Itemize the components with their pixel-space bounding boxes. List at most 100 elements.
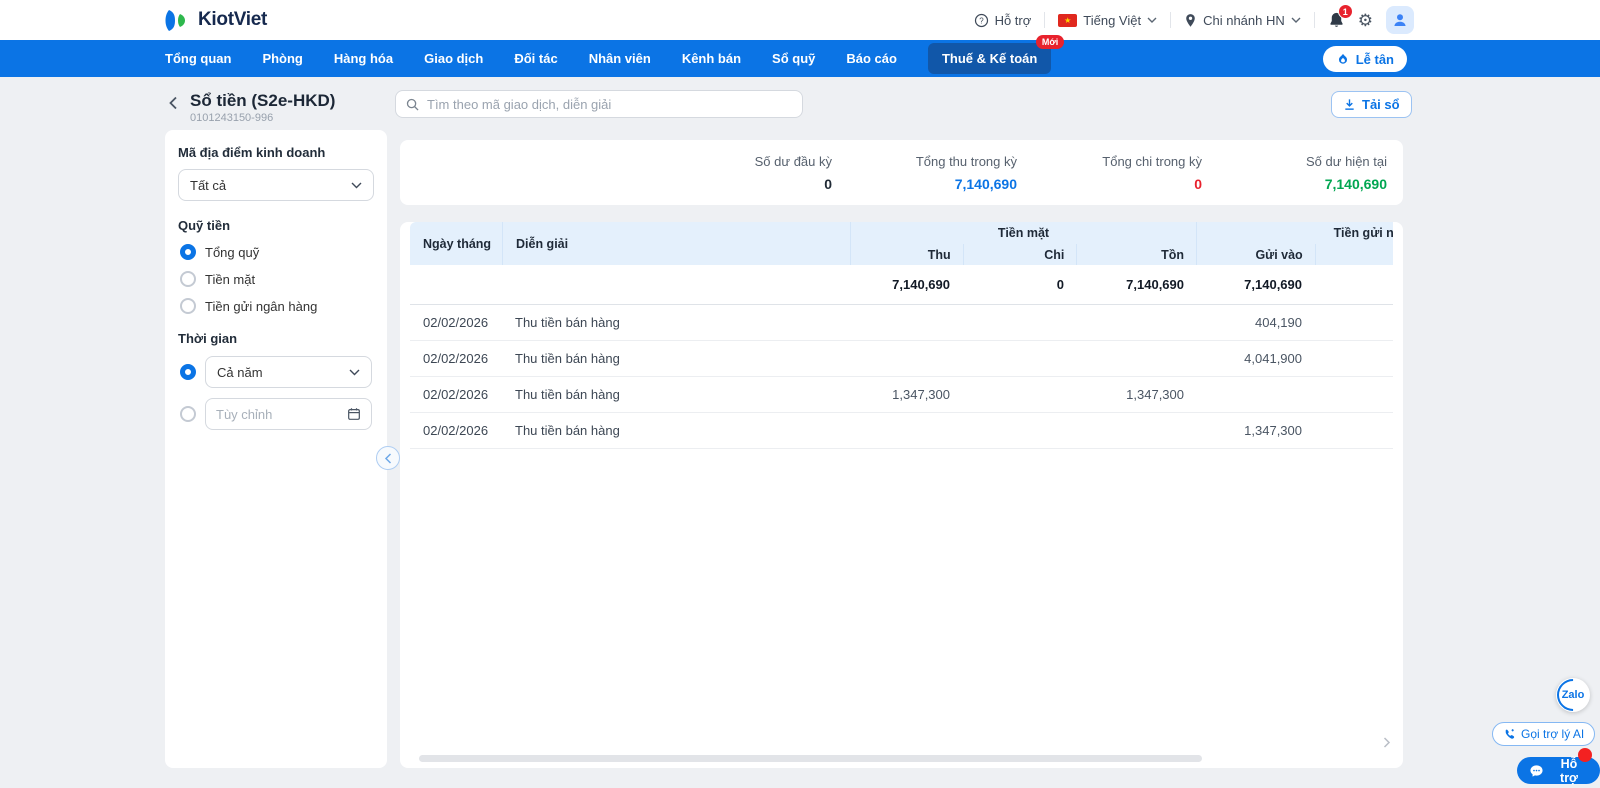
column-header-date: Ngày tháng	[423, 236, 492, 251]
svg-text:?: ?	[979, 16, 984, 25]
chevron-down-icon	[1291, 17, 1301, 24]
table-row[interactable]: 02/02/2026 Thu tiền bán hàng 404,190	[410, 305, 1393, 341]
column-header-description: Diễn giải	[502, 222, 850, 265]
chevron-down-icon	[1147, 17, 1157, 24]
phone-icon	[1503, 728, 1516, 741]
nav-item-nhan-vien[interactable]: Nhân viên	[589, 51, 651, 66]
language-label: Tiếng Việt	[1083, 12, 1142, 28]
radio-label: Tiền gửi ngân hàng	[205, 298, 318, 314]
page-title: Sổ tiền (S2e-HKD)	[190, 91, 336, 110]
nav-item-so-quy[interactable]: Sổ quỹ	[772, 51, 815, 66]
total-chi: 0	[1056, 277, 1064, 292]
brand-logo[interactable]: KiotViet	[163, 0, 267, 40]
calendar-icon[interactable]	[347, 407, 361, 421]
chevron-down-icon	[349, 369, 360, 376]
search-icon	[406, 98, 419, 111]
total-gui-vao: 7,140,690	[1244, 277, 1302, 292]
nav-item-tong-quan[interactable]: Tổng quan	[165, 51, 231, 66]
fund-option-tong-quy[interactable]: Tổng quỹ	[180, 244, 372, 260]
summary-label: Số dư đầu kỳ	[754, 153, 832, 169]
nav-item-phong[interactable]: Phòng	[262, 51, 302, 66]
cell-description: Thu tiền bán hàng	[515, 351, 620, 366]
summary-value: 7,140,690	[954, 175, 1017, 192]
nav-item-label: Thuế & Kế toán	[941, 51, 1038, 66]
time-preset-value: Cả năm	[217, 364, 263, 380]
divider	[1170, 12, 1172, 28]
summary-label: Số dư hiện tại	[1306, 153, 1387, 169]
column-header-extra	[1314, 244, 1393, 265]
column-group-cash: Tiền mặt Thu Chi Tồn	[850, 222, 1196, 265]
reception-button[interactable]: Lễ tân	[1322, 46, 1407, 72]
group-label-bank: Tiền gửi ngân hàng	[1333, 226, 1393, 240]
summary-total-payments: Tổng chi trong kỳ 0	[1017, 154, 1202, 192]
download-icon	[1343, 98, 1356, 111]
help-label: Hỗ trợ	[994, 12, 1032, 28]
language-selector[interactable]: ★ Tiếng Việt	[1058, 13, 1157, 28]
fund-option-tien-mat[interactable]: Tiền mặt	[180, 271, 372, 287]
divider	[1313, 12, 1315, 28]
notification-badge: 1	[1337, 4, 1353, 19]
back-button[interactable]	[168, 96, 178, 110]
cell-description: Thu tiền bán hàng	[515, 423, 620, 438]
radio-icon	[180, 271, 196, 287]
help-icon: ?	[974, 13, 989, 28]
download-label: Tải sổ	[1362, 97, 1400, 112]
radio-label: Tiền mặt	[205, 271, 256, 287]
nav-item-kenh-ban[interactable]: Kênh bán	[682, 51, 741, 66]
nav-item-thue-ke-toan[interactable]: Thuế & Kế toán Mới	[927, 35, 1065, 74]
notifications-button[interactable]: 1	[1328, 4, 1353, 29]
radio-checked-icon[interactable]	[180, 364, 196, 380]
nav-item-doi-tac[interactable]: Đối tác	[514, 51, 557, 66]
ai-call-label: Gọi trợ lý AI	[1521, 727, 1585, 741]
table-row[interactable]: 02/02/2026 Thu tiền bán hàng 1,347,300	[410, 413, 1393, 449]
location-filter-label: Mã địa điểm kinh doanh	[178, 145, 326, 160]
table-row[interactable]: 02/02/2026 Thu tiền bán hàng 1,347,300 1…	[410, 377, 1393, 413]
totals-row: 7,140,690 0 7,140,690 7,140,690	[410, 265, 1393, 305]
ledger-table: Ngày tháng Diễn giải Tiền mặt Thu Chi Tồ…	[410, 222, 1393, 449]
nav-item-hang-hoa[interactable]: Hàng hóa	[334, 51, 393, 66]
cell-thu: 1,347,300	[892, 387, 950, 402]
download-ledger-button[interactable]: Tải sổ	[1331, 91, 1412, 118]
total-thu: 7,140,690	[892, 277, 950, 292]
search-input[interactable]	[427, 96, 792, 112]
reception-icon	[1336, 52, 1350, 66]
nav-item-giao-dich[interactable]: Giao dịch	[424, 51, 483, 66]
cell-date: 02/02/2026	[423, 387, 489, 402]
zalo-button[interactable]: Zalo	[1556, 678, 1590, 712]
nav-item-bao-cao[interactable]: Báo cáo	[846, 51, 897, 66]
horizontal-scrollbar[interactable]	[419, 755, 1202, 762]
time-preset-select[interactable]: Cả năm	[205, 356, 372, 388]
cell-ton: 1,347,300	[1126, 387, 1184, 402]
ai-assistant-call-button[interactable]: Gọi trợ lý AI	[1492, 722, 1596, 746]
summary-opening-balance: Số dư đầu kỳ 0	[647, 154, 832, 192]
settings-gear-icon[interactable]: ⚙	[1358, 12, 1373, 29]
summary-total-receipts: Tổng thu trong kỳ 7,140,690	[832, 154, 1017, 192]
table-row[interactable]: 02/02/2026 Thu tiền bán hàng 4,041,900	[410, 341, 1393, 377]
branch-label: Chi nhánh HN	[1203, 12, 1285, 28]
fund-option-tien-gui-ngan-hang[interactable]: Tiền gửi ngân hàng	[180, 298, 372, 314]
summary-value: 7,140,690	[1324, 175, 1387, 192]
summary-label: Tổng thu trong kỳ	[915, 153, 1017, 169]
radio-icon[interactable]	[180, 406, 196, 422]
chevron-down-icon	[351, 182, 362, 189]
user-icon	[1394, 14, 1406, 26]
custom-date-input[interactable]	[216, 406, 326, 422]
chevron-right-icon[interactable]	[1383, 737, 1391, 748]
top-bar: KiotViet ? Hỗ trợ ★ Tiếng Việt Chi nhánh…	[0, 0, 1600, 40]
radio-icon	[180, 298, 196, 314]
radio-checked-icon	[180, 244, 196, 260]
total-ton: 7,140,690	[1126, 277, 1184, 292]
summary-label: Tổng chi trong kỳ	[1102, 153, 1202, 169]
filter-sidebar: Mã địa điểm kinh doanh Tất cả Quỹ tiền T…	[165, 130, 387, 768]
cell-date: 02/02/2026	[423, 351, 489, 366]
branch-selector[interactable]: Chi nhánh HN	[1184, 13, 1301, 28]
cell-description: Thu tiền bán hàng	[515, 315, 620, 330]
group-label-cash: Tiền mặt	[997, 226, 1050, 240]
help-link[interactable]: ? Hỗ trợ	[974, 12, 1032, 28]
column-header-ton: Tồn	[1076, 244, 1196, 265]
table-header: Ngày tháng Diễn giải Tiền mặt Thu Chi Tồ…	[410, 222, 1393, 265]
location-select[interactable]: Tất cả	[178, 169, 374, 201]
user-avatar[interactable]	[1386, 6, 1414, 34]
ledger-table-card: Ngày tháng Diễn giải Tiền mặt Thu Chi Tồ…	[400, 222, 1403, 768]
sidebar-collapse-button[interactable]	[376, 446, 400, 470]
